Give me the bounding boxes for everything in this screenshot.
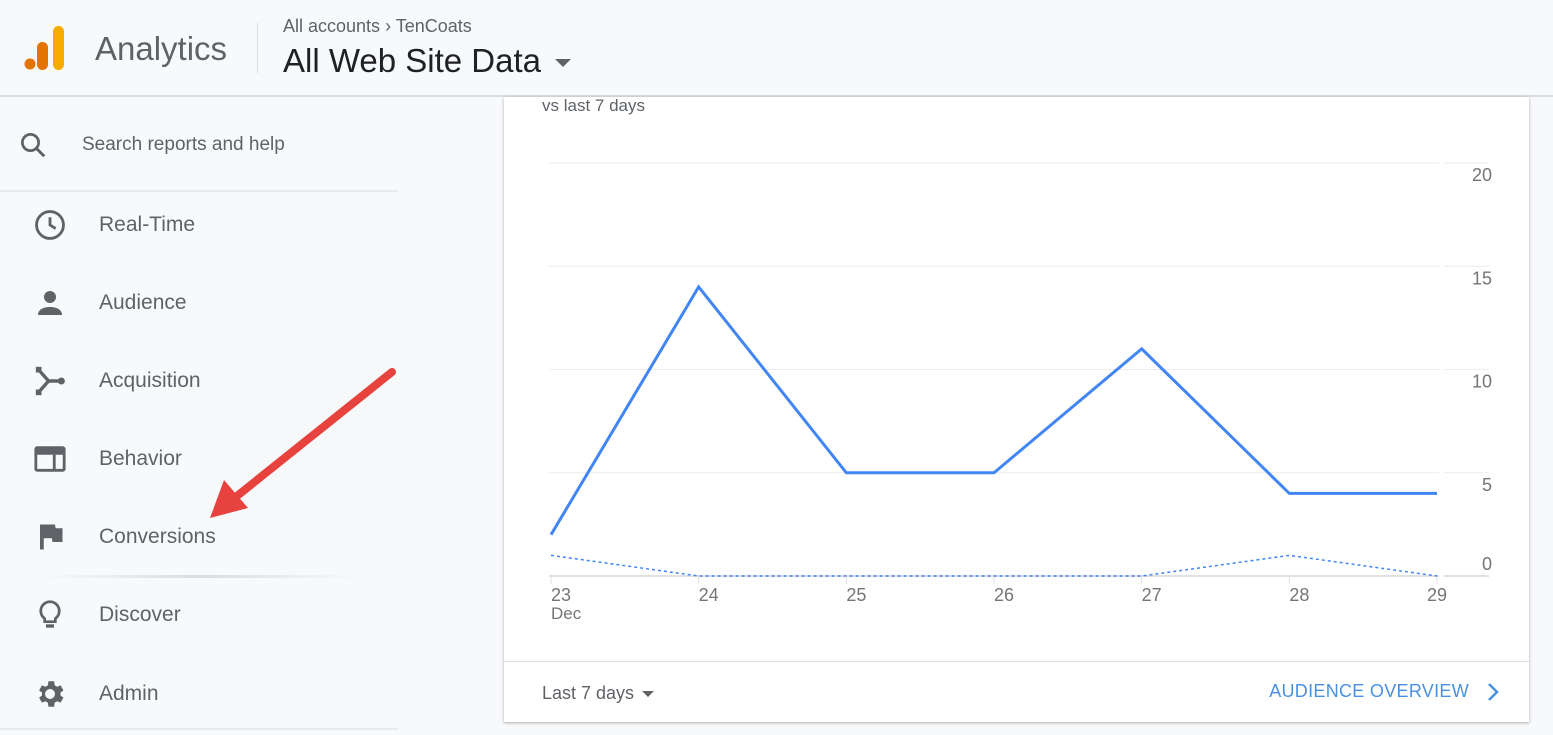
chevron-right-icon: › [385,16,396,36]
y-tick-label: 5 [1482,475,1492,495]
x-tick-label: 29 [1427,585,1447,605]
divider [0,190,398,192]
sidebar-item-audience[interactable]: Audience [0,273,398,333]
audience-overview-label: AUDIENCE OVERVIEW [1269,681,1469,701]
breadcrumb-account[interactable]: TenCoats [396,16,472,36]
search-placeholder: Search reports and help [82,134,285,155]
x-sublabel: Dec [551,604,582,623]
search-icon [21,133,46,158]
y-tick-label: 20 [1472,165,1492,185]
x-tick-label: 26 [994,585,1014,605]
lightbulb-icon [32,597,68,633]
series-line-previous [550,554,1438,577]
sidebar-item-label: Admin [99,682,159,705]
sidebar-item-label: Behavior [99,447,182,470]
behavior-icon [32,441,68,477]
y-tick-label: 15 [1472,268,1492,288]
sidebar-item-behavior[interactable]: Behavior [0,429,398,489]
audience-overview-link[interactable]: AUDIENCE OVERVIEW [1269,681,1499,702]
x-tick-label: 24 [699,585,719,605]
view-name: All Web Site Data [283,42,542,79]
view-selector[interactable]: All Web Site Data [283,42,572,80]
app-name: Analytics [95,30,228,67]
sidebar-item-real-time[interactable]: Real-Time [0,195,398,255]
chevron-right-icon [1488,682,1499,701]
divider [504,661,1529,662]
breadcrumb: All accounts › TenCoats [283,16,472,37]
sidebar-item-admin[interactable]: Admin [0,664,398,724]
date-range-label: Last 7 days [542,683,635,703]
gear-icon [32,676,68,712]
divider [0,728,398,730]
sidebar-item-discover[interactable]: Discover [0,585,398,645]
x-tick-label: 28 [1289,585,1309,605]
y-tick-label: 0 [1482,554,1492,574]
person-icon [32,285,68,321]
caret-down-icon [642,690,655,697]
flag-icon [32,519,68,555]
series-line-current [549,284,1437,536]
sidebar-item-conversions[interactable]: Conversions [0,507,398,567]
sidebar: Search reports and help Real-Time Audien… [0,97,398,735]
sidebar-item-acquisition[interactable]: Acquisition [0,351,398,411]
clock-icon [32,207,68,243]
x-tick-label: 25 [846,585,866,605]
sidebar-item-label: Audience [99,291,187,314]
analytics-logo[interactable] [22,24,66,72]
breadcrumb-all-accounts[interactable]: All accounts [283,16,380,36]
sessions-chart: 0 5 10 15 20 23Dec 24 25 26 27 28 29 [549,162,1492,623]
x-tick-label: 23 [551,585,571,605]
search-input[interactable]: Search reports and help [18,114,378,176]
divider [40,575,360,578]
date-range-dropdown[interactable]: Last 7 days [542,683,655,704]
header: Analytics All accounts › TenCoats All We… [0,0,1553,97]
sidebar-item-label: Conversions [99,525,216,548]
x-tick-label: 27 [1142,585,1162,605]
divider [257,23,258,73]
y-tick-label: 10 [1472,372,1492,392]
audience-card: vs last 7 days 0 5 10 15 20 23 Dec 24 25 26 27 28 29… [504,96,1529,722]
sidebar-item-label: Real-Time [99,213,196,236]
caret-down-icon [555,59,572,67]
sidebar-item-label: Discover [99,603,181,626]
acquisition-icon [32,363,68,399]
sidebar-item-label: Acquisition [99,369,201,392]
